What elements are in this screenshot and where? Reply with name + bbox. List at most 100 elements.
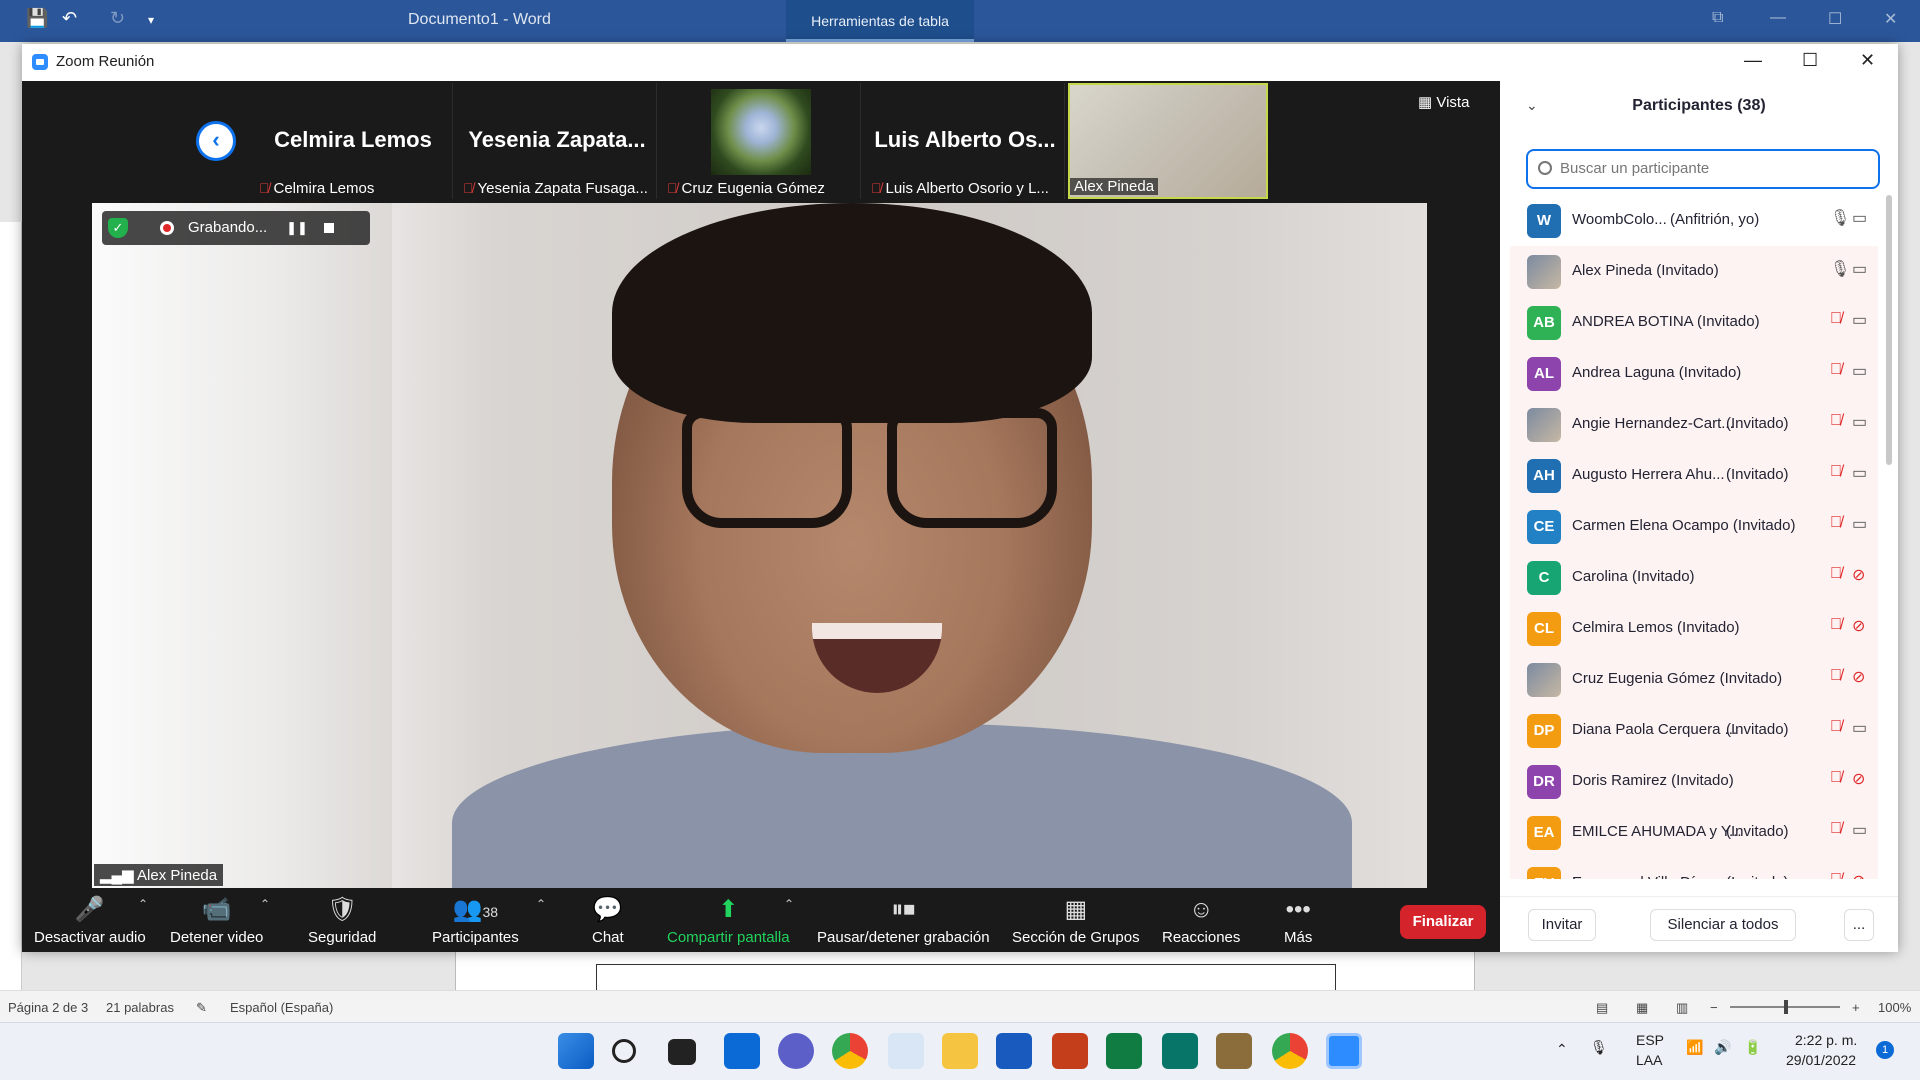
participant-row[interactable]: EV Emmanuel Villa Díaz ...(Invitado) 🎙̸ ⊘ bbox=[1510, 858, 1878, 879]
wifi-icon[interactable]: 📶 bbox=[1686, 1039, 1703, 1056]
save-icon[interactable]: 💾 bbox=[26, 8, 48, 29]
pause-recording-button[interactable]: ❚❚ bbox=[282, 215, 312, 241]
mute-audio-button[interactable]: 🎤 Desactivar audio bbox=[34, 895, 146, 946]
participant-search-input[interactable]: Buscar un participante bbox=[1526, 149, 1880, 189]
stop-recording-button[interactable] bbox=[314, 215, 344, 241]
encryption-shield-icon[interactable]: ✓ bbox=[108, 218, 128, 238]
pause-stop-recording-button[interactable]: ⏸⏹ Pausar/detener grabación bbox=[817, 895, 990, 946]
document-page[interactable] bbox=[455, 948, 1475, 990]
page-count[interactable]: Página 2 de 3 bbox=[8, 1000, 88, 1015]
camera-icon[interactable]: ▭ bbox=[1852, 310, 1867, 330]
main-video[interactable]: ✓ Grabando... ❚❚ ▂▄▆ Alex Pineda bbox=[92, 203, 1427, 888]
undo-icon[interactable]: ↶ bbox=[62, 8, 77, 29]
muted-mic-icon[interactable]: 🎙̸ bbox=[1830, 718, 1842, 736]
excel-icon[interactable] bbox=[1106, 1033, 1142, 1069]
zoom-in-icon[interactable]: + bbox=[1852, 1000, 1860, 1015]
microphone-tray-icon[interactable]: 🎙 bbox=[1590, 1039, 1608, 1056]
video-options-caret[interactable]: ⌃ bbox=[260, 897, 270, 911]
camera-icon[interactable]: ▭ bbox=[1852, 718, 1867, 738]
participant-tile[interactable]: Luis Alberto Os... 🎙̸ Luis Alberto Osorio… bbox=[865, 83, 1065, 199]
zoom-maximize-button[interactable]: ☐ bbox=[1802, 50, 1818, 71]
participant-row[interactable]: AH Augusto Herrera Ahu... (Invitado) 🎙̸ ▭ bbox=[1510, 450, 1878, 501]
end-meeting-button[interactable]: Finalizar bbox=[1400, 905, 1486, 939]
camera-icon[interactable]: ▭ bbox=[1852, 259, 1867, 279]
strip-previous-button[interactable]: ‹ bbox=[196, 121, 236, 161]
volume-icon[interactable]: 🔊 bbox=[1714, 1039, 1731, 1056]
microphone-icon[interactable]: 🎙 bbox=[1830, 208, 1850, 228]
chrome-icon[interactable] bbox=[832, 1033, 868, 1069]
zoom-close-button[interactable]: ✕ bbox=[1860, 50, 1875, 71]
participants-options-caret[interactable]: ⌃ bbox=[536, 897, 546, 911]
word-minimize-button[interactable]: — bbox=[1770, 9, 1786, 27]
participant-row[interactable]: AB ANDREA BOTINA (Invitado) 🎙̸ ▭ bbox=[1510, 297, 1878, 348]
breakout-rooms-button[interactable]: ▦ Sección de Grupos bbox=[1012, 895, 1140, 946]
web-layout-icon[interactable]: ▥ bbox=[1676, 1000, 1688, 1016]
task-view-icon[interactable] bbox=[668, 1039, 696, 1065]
tray-overflow-icon[interactable]: ⌃ bbox=[1556, 1041, 1568, 1058]
chat-button[interactable]: 💬 Chat bbox=[592, 895, 624, 946]
participant-row[interactable]: DP Diana Paola Cerquera ... (Invitado) 🎙̸ ▭ bbox=[1510, 705, 1878, 756]
microphone-icon[interactable]: 🎙 bbox=[1830, 259, 1850, 279]
participant-tile[interactable]: 🎙̸ Cruz Eugenia Gómez bbox=[661, 83, 861, 199]
invite-button[interactable]: Invitar bbox=[1528, 909, 1596, 941]
powerpoint-icon[interactable] bbox=[1052, 1033, 1088, 1069]
muted-mic-icon[interactable]: 🎙̸ bbox=[1830, 667, 1842, 685]
muted-mic-icon[interactable]: 🎙̸ bbox=[1830, 310, 1842, 328]
search-icon[interactable] bbox=[612, 1039, 636, 1063]
clock-time[interactable]: 2:22 p. m. bbox=[1795, 1032, 1857, 1048]
file-explorer-icon[interactable] bbox=[942, 1033, 978, 1069]
camera-icon[interactable]: ▭ bbox=[1852, 820, 1867, 840]
language-top[interactable]: ESP bbox=[1636, 1032, 1664, 1048]
start-icon[interactable] bbox=[558, 1033, 594, 1069]
word-app-icon[interactable] bbox=[996, 1033, 1032, 1069]
participant-row[interactable]: EA EMILCE AHUMADA y Y... (Invitado) 🎙̸ ▭ bbox=[1510, 807, 1878, 858]
participant-row[interactable]: CL Celmira Lemos (Invitado) 🎙̸ ⊘ bbox=[1510, 603, 1878, 654]
participant-row[interactable]: CE Carmen Elena Ocampo (Invitado) 🎙̸ ▭ bbox=[1510, 501, 1878, 552]
participant-tile-active[interactable]: Alex Pineda bbox=[1068, 83, 1268, 199]
muted-mic-icon[interactable]: 🎙̸ bbox=[1830, 616, 1842, 634]
notification-badge[interactable]: 1 bbox=[1876, 1041, 1894, 1059]
teams-chat-icon[interactable] bbox=[778, 1033, 814, 1069]
muted-mic-icon[interactable]: 🎙̸ bbox=[1830, 463, 1842, 481]
word-close-button[interactable]: ✕ bbox=[1884, 9, 1897, 29]
zoom-slider-thumb[interactable] bbox=[1784, 1000, 1788, 1014]
muted-mic-icon[interactable]: 🎙̸ bbox=[1830, 769, 1842, 787]
participant-tile[interactable]: Yesenia Zapata... 🎙̸ Yesenia Zapata Fusag… bbox=[457, 83, 657, 199]
word-count[interactable]: 21 palabras bbox=[106, 1000, 174, 1015]
participant-row[interactable]: AL Andrea Laguna (Invitado) 🎙̸ ▭ bbox=[1510, 348, 1878, 399]
chrome-profile-icon[interactable] bbox=[1272, 1033, 1308, 1069]
zoom-out-icon[interactable]: − bbox=[1710, 1000, 1718, 1015]
security-button[interactable]: 🛡 Seguridad bbox=[308, 895, 376, 946]
language-status[interactable]: Español (España) bbox=[230, 1000, 333, 1015]
camera-icon[interactable]: ▭ bbox=[1852, 412, 1867, 432]
publisher-icon[interactable] bbox=[1162, 1033, 1198, 1069]
muted-mic-icon[interactable]: 🎙̸ bbox=[1830, 871, 1842, 879]
paint-icon[interactable] bbox=[1216, 1033, 1252, 1069]
read-mode-icon[interactable]: ▤ bbox=[1596, 1000, 1608, 1016]
widgets-icon[interactable] bbox=[724, 1033, 760, 1069]
participant-row[interactable]: DR Doris Ramirez (Invitado) 🎙̸ ⊘ bbox=[1510, 756, 1878, 807]
participant-row[interactable]: C Carolina (Invitado) 🎙̸ ⊘ bbox=[1510, 552, 1878, 603]
language-bottom[interactable]: LAA bbox=[1636, 1052, 1662, 1068]
zoom-minimize-button[interactable]: — bbox=[1744, 50, 1762, 71]
document-table[interactable] bbox=[596, 964, 1336, 990]
muted-mic-icon[interactable]: 🎙̸ bbox=[1830, 820, 1842, 838]
zoom-level[interactable]: 100% bbox=[1878, 1000, 1911, 1015]
ribbon-display-icon[interactable]: ⧉ bbox=[1712, 9, 1723, 27]
word-maximize-button[interactable]: ☐ bbox=[1828, 9, 1842, 29]
zoom-app-icon[interactable] bbox=[1326, 1033, 1362, 1069]
participant-row[interactable]: Angie Hernandez-Cart... (Invitado) 🎙̸ ▭ bbox=[1510, 399, 1878, 450]
print-layout-icon[interactable]: ▦ bbox=[1636, 1000, 1648, 1016]
camera-off-icon[interactable]: ⊘ bbox=[1852, 769, 1865, 789]
camera-off-icon[interactable]: ⊘ bbox=[1852, 871, 1865, 879]
panel-more-button[interactable]: ... bbox=[1844, 909, 1874, 941]
muted-mic-icon[interactable]: 🎙̸ bbox=[1830, 565, 1842, 583]
camera-off-icon[interactable]: ⊘ bbox=[1852, 565, 1865, 585]
stop-video-button[interactable]: 📹 Detener video bbox=[170, 895, 263, 946]
participant-tile[interactable]: Celmira Lemos 🎙̸ Celmira Lemos bbox=[253, 83, 453, 199]
camera-icon[interactable]: ▭ bbox=[1852, 208, 1867, 228]
participant-list-scrollbar[interactable] bbox=[1886, 195, 1892, 465]
table-tools-tab[interactable]: Herramientas de tabla bbox=[786, 0, 974, 42]
battery-icon[interactable]: 🔋 bbox=[1744, 1039, 1761, 1056]
muted-mic-icon[interactable]: 🎙̸ bbox=[1830, 412, 1842, 430]
